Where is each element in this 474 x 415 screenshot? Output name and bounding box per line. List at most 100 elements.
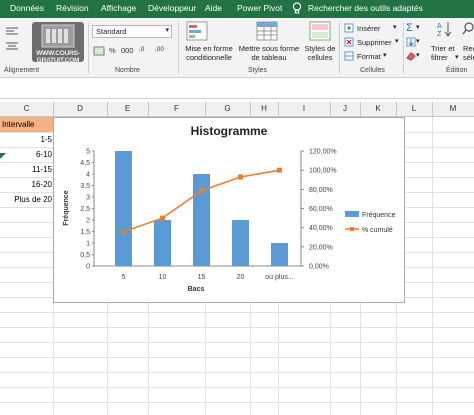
column-header-i[interactable]: I bbox=[278, 104, 330, 113]
histogram-chart[interactable]: Histogramme Fréquence Bacs 0 0,5 1 1,5 2 2,5 3… bbox=[53, 117, 405, 303]
chevron-down-icon: ▾ bbox=[455, 54, 459, 61]
y-tick-label: 4,5 bbox=[80, 160, 90, 167]
tell-me-search[interactable]: Rechercher des outils adaptés bbox=[308, 3, 423, 13]
column-header-m[interactable]: M bbox=[432, 104, 474, 113]
y-tick-label: 1 bbox=[86, 241, 90, 248]
y2-tick-label: 80,00% bbox=[309, 187, 333, 194]
clear-icon[interactable] bbox=[406, 51, 416, 63]
svg-text:A: A bbox=[437, 23, 442, 30]
column-headers: C D E F G H I J K L M bbox=[0, 102, 474, 117]
fill-icon[interactable] bbox=[406, 37, 416, 49]
alignment-group-label: Alignement bbox=[4, 67, 40, 74]
ribbon-tab-bar: Données Révision Affichage Développeur A… bbox=[0, 0, 474, 18]
find-select-icon[interactable] bbox=[462, 20, 474, 40]
y2-tick-label: 100,00% bbox=[309, 168, 337, 175]
delete-button[interactable]: Supprimer bbox=[357, 38, 392, 47]
format-icon bbox=[344, 51, 354, 63]
column-header-c[interactable]: C bbox=[0, 104, 53, 113]
histogram-bar bbox=[154, 220, 171, 266]
find-select-label-2[interactable]: séle bbox=[463, 53, 474, 62]
column-header-j[interactable]: J bbox=[330, 104, 360, 113]
column-header-e[interactable]: E bbox=[107, 104, 148, 113]
histogram-bar bbox=[271, 243, 288, 266]
y-tick-label: 2 bbox=[86, 218, 90, 225]
cell-interval-3[interactable]: 11-15 bbox=[32, 165, 52, 174]
cell-intervalle-header[interactable]: Intervalle bbox=[2, 120, 34, 129]
cell-interval-4[interactable]: 16-20 bbox=[32, 180, 52, 189]
tab-revision[interactable]: Révision bbox=[56, 3, 89, 13]
cell-styles-icon[interactable] bbox=[309, 21, 331, 43]
cumulative-point bbox=[160, 215, 165, 221]
delete-icon bbox=[344, 37, 354, 49]
conditional-format-button[interactable]: Mise en forme conditionnelle bbox=[181, 44, 237, 62]
tab-donnees[interactable]: Données bbox=[10, 3, 44, 13]
chevron-down-icon: ▾ bbox=[395, 38, 399, 45]
y-tick-label: 4 bbox=[86, 172, 90, 179]
format-button[interactable]: Format bbox=[357, 52, 381, 61]
error-indicator-icon[interactable] bbox=[0, 153, 6, 159]
column-header-h[interactable]: H bbox=[250, 104, 278, 113]
column-header-d[interactable]: D bbox=[53, 104, 107, 113]
format-table-button[interactable]: Mettre sous forme de tableau bbox=[238, 44, 300, 62]
legend-label-frequency: Fréquence bbox=[362, 212, 396, 219]
column-header-g[interactable]: G bbox=[205, 104, 250, 113]
ribbon: WWW.COURS-GRATUIT.COM Alignement Standar… bbox=[0, 18, 474, 78]
cell-interval-1[interactable]: 1-5 bbox=[40, 135, 52, 144]
cell-styles-button[interactable]: Styles de cellules bbox=[302, 44, 338, 62]
chevron-down-icon: ▾ bbox=[416, 24, 420, 31]
conditional-format-icon[interactable] bbox=[186, 21, 208, 43]
y-axis-label: Fréquence bbox=[63, 190, 70, 226]
y-tick-label: 2,5 bbox=[80, 206, 90, 213]
legend-label-cumulative: % cumulé bbox=[362, 227, 393, 234]
cumulative-point bbox=[238, 174, 243, 180]
format-table-icon[interactable] bbox=[256, 21, 278, 43]
chevron-down-icon: ▾ bbox=[416, 52, 420, 59]
legend-marker-cumulative bbox=[350, 227, 354, 231]
x-tick-label: 5 bbox=[122, 274, 126, 281]
thousands-button[interactable]: 000 bbox=[121, 46, 134, 55]
cumulative-point bbox=[199, 188, 204, 194]
decrease-decimal-button[interactable]: ,00 bbox=[155, 46, 164, 53]
find-select-label-1[interactable]: Recl bbox=[463, 44, 474, 53]
chevron-down-icon: ▾ bbox=[383, 52, 387, 59]
x-tick-label: 15 bbox=[198, 274, 206, 281]
column-header-l[interactable]: L bbox=[396, 104, 432, 113]
watermark-logo: WWW.COURS-GRATUIT.COM bbox=[32, 22, 84, 64]
insert-button[interactable]: Insérer bbox=[357, 24, 380, 33]
chevron-down-icon: ▾ bbox=[165, 27, 169, 34]
number-group-label: Nombre bbox=[115, 67, 140, 74]
sort-filter-icon[interactable]: AZ bbox=[436, 20, 454, 40]
number-format-buttons: % 000 ,0 ,00 bbox=[93, 45, 173, 59]
edit-group-label: Édition bbox=[446, 67, 468, 74]
formula-bar[interactable] bbox=[0, 79, 474, 99]
column-header-k[interactable]: K bbox=[360, 104, 396, 113]
percent-button[interactable]: % bbox=[109, 46, 116, 55]
increase-decimal-button[interactable]: ,0 bbox=[139, 46, 144, 53]
group-separator bbox=[178, 22, 179, 74]
cells-group-label: Cellules bbox=[360, 67, 385, 74]
watermark-text: WWW.COURS-GRATUIT.COM bbox=[36, 50, 80, 64]
tab-power-pivot[interactable]: Power Pivot bbox=[237, 3, 282, 13]
group-separator bbox=[403, 22, 404, 74]
number-format-value: Standard bbox=[96, 27, 127, 36]
tab-developpeur[interactable]: Développeur bbox=[148, 3, 196, 13]
cell-interval-2[interactable]: 6-10 bbox=[36, 150, 52, 159]
column-header-f[interactable]: F bbox=[148, 104, 205, 113]
chart-canvas: Histogramme Fréquence Bacs 0 0,5 1 1,5 2 2,5 3… bbox=[63, 124, 396, 293]
lightbulb-icon bbox=[292, 2, 302, 16]
cell-interval-5[interactable]: Plus de 20 bbox=[14, 195, 52, 204]
histogram-bar bbox=[115, 151, 132, 266]
autosum-icon[interactable]: Σ bbox=[406, 22, 413, 34]
y2-tick-label: 20,00% bbox=[309, 244, 333, 251]
y-tick-label: 0 bbox=[86, 264, 90, 271]
tab-aide[interactable]: Aide bbox=[205, 3, 222, 13]
y-tick-label: 1,5 bbox=[80, 229, 90, 236]
styles-group-label: Styles bbox=[248, 67, 268, 74]
group-separator bbox=[88, 22, 89, 74]
legend-swatch-frequency bbox=[345, 211, 359, 217]
number-format-select[interactable]: Standard ▾ bbox=[92, 25, 172, 38]
chevron-down-icon: ▾ bbox=[416, 38, 420, 45]
accounting-format-icon[interactable] bbox=[93, 45, 105, 59]
insert-icon bbox=[344, 23, 354, 35]
tab-affichage[interactable]: Affichage bbox=[101, 3, 136, 13]
